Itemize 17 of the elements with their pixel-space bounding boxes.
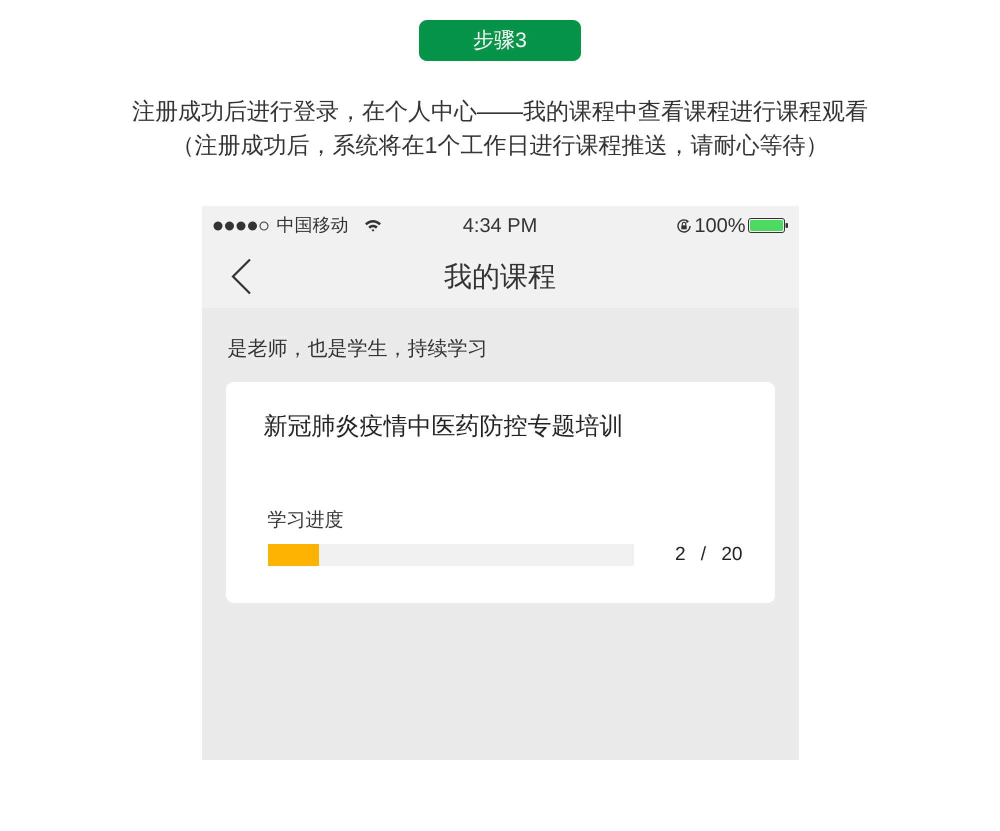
back-chevron-icon [230,258,252,295]
progress-count: 2 / 20 [674,543,742,567]
wifi-icon [364,219,382,232]
page-title: 我的课程 [444,260,556,294]
battery-icon [748,218,788,233]
tagline-text: 是老师，也是学生，持续学习 [228,337,488,362]
instruction-text: 注册成功后进行登录，在个人中心——我的课程中查看课程进行课程观看 [132,97,868,126]
progress-label: 学习进度 [268,509,344,533]
course-card[interactable]: 新冠肺炎疫情中医药防控专题培训 学习进度 2 / 20 [226,382,774,603]
battery-percent: 100% [694,214,746,238]
rotation-lock-icon [676,218,692,234]
signal-dots-icon [212,220,268,230]
status-time: 4:34 PM [462,214,538,238]
step-badge: 步骤3 [419,20,581,61]
carrier-name: 中国移动 [276,214,348,237]
course-title: 新冠肺炎疫情中医药防控专题培训 [264,413,624,441]
instruction-text: （注册成功后，系统将在1个工作日进行课程推送，请耐心等待） [172,131,828,160]
